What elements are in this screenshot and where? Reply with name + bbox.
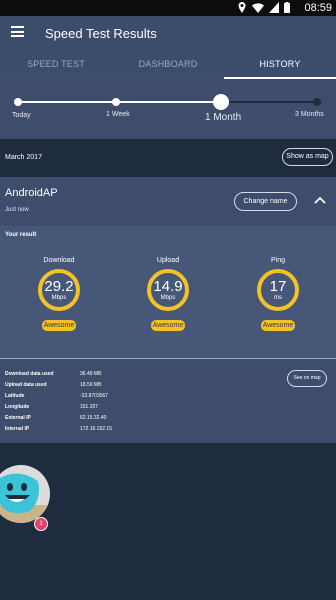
history-range-slider[interactable]: Today 1 Week 1 Month 3 Months: [0, 79, 336, 139]
month-label: March 2017: [5, 154, 42, 161]
change-name-button[interactable]: Change name: [234, 192, 297, 211]
slider-track-empty: [221, 101, 318, 103]
network-header[interactable]: AndroidAP Just now Change name: [0, 177, 336, 226]
detail-row: Longitude 151.207: [5, 404, 155, 412]
network-time: Just now: [5, 207, 29, 213]
slider-thumb-1-month[interactable]: [213, 94, 229, 110]
download-unit: Mbps: [51, 295, 67, 301]
slider-stop-today[interactable]: [14, 98, 22, 106]
signal-icon: [269, 2, 279, 13]
detail-key: Internal IP: [5, 426, 30, 432]
month-bar: March 2017 Show as map: [0, 139, 336, 177]
slider-label-1-week: 1 Week: [106, 111, 130, 118]
download-value: 29.2: [44, 278, 74, 295]
result-panel: Your result Download 29.2 Mbps Awesome U…: [0, 226, 336, 358]
page-title: Speed Test Results: [45, 26, 157, 41]
location-icon: [238, 2, 246, 13]
detail-value: -33.8703567: [80, 393, 109, 399]
status-time: 08:59: [304, 2, 332, 14]
ping-unit: ms: [274, 295, 282, 301]
download-label: Download: [43, 257, 75, 264]
detail-key: Download data used: [5, 371, 54, 377]
ping-rating-badge: Awesome: [260, 320, 296, 331]
your-result-heading: Your result: [5, 232, 37, 238]
detail-value: 62.15.32.40: [80, 415, 107, 421]
tab-dashboard[interactable]: DASHBOARD: [112, 52, 224, 79]
ping-metric: Ping 17 ms Awesome: [248, 257, 308, 332]
slider-stop-3-months[interactable]: [313, 98, 321, 106]
ping-gauge: 17 ms: [257, 269, 299, 311]
upload-label: Upload: [156, 257, 180, 264]
upload-rating-badge: Awesome: [150, 320, 186, 331]
detail-value: 172.16.152.15: [80, 426, 112, 432]
upload-unit: Mbps: [160, 295, 176, 301]
detail-row: Download data used 36.49 MB: [5, 371, 155, 379]
detail-key: Upload data used: [5, 382, 47, 388]
tab-bar: SPEED TEST DASHBOARD HISTORY: [0, 52, 336, 79]
download-rating-badge: Awesome: [41, 320, 77, 331]
download-gauge: 29.2 Mbps: [38, 269, 80, 311]
chevron-up-icon[interactable]: [314, 195, 326, 205]
ping-value: 17: [269, 278, 287, 295]
detail-key: Longitude: [5, 404, 30, 410]
detail-row: External IP 62.15.32.40: [5, 415, 155, 423]
detail-value: 36.49 MB: [80, 371, 102, 377]
detail-value: 151.207: [80, 404, 99, 410]
slider-label-1-month: 1 Month: [205, 112, 242, 123]
status-bar: 08:59: [0, 0, 336, 16]
upload-metric: Upload 14.9 Mbps Awesome: [138, 257, 198, 332]
empty-area: [0, 443, 336, 600]
slider-label-3-months: 3 Months: [295, 111, 324, 118]
detail-key: Latitude: [5, 393, 25, 399]
show-as-map-button[interactable]: Show as map: [282, 148, 333, 166]
detail-value: 18.59 MB: [80, 382, 102, 388]
ping-label: Ping: [270, 257, 285, 264]
upload-value: 14.9: [153, 278, 183, 295]
slider-stop-1-week[interactable]: [112, 98, 120, 106]
slider-label-today: Today: [12, 112, 31, 119]
tab-speed-test[interactable]: SPEED TEST: [0, 52, 112, 79]
detail-key: External IP: [5, 415, 31, 421]
detail-row: Upload data used 18.59 MB: [5, 382, 155, 390]
app-bar: Speed Test Results: [0, 16, 336, 52]
detail-row: Latitude -33.8703567: [5, 393, 155, 401]
upload-gauge: 14.9 Mbps: [147, 269, 189, 311]
network-name: AndroidAP: [5, 187, 58, 199]
tab-history[interactable]: HISTORY: [224, 52, 336, 79]
wifi-icon: [252, 3, 264, 13]
detail-row: Internal IP 172.16.152.15: [5, 426, 155, 434]
download-metric: Download 29.2 Mbps Awesome: [29, 257, 89, 332]
see-on-map-button[interactable]: See on map: [287, 370, 327, 387]
details-panel: Download data used 36.49 MB Upload data …: [0, 359, 336, 443]
battery-icon: [284, 2, 290, 13]
hamburger-menu-icon[interactable]: [11, 26, 24, 37]
notification-badge: 1: [34, 517, 48, 531]
